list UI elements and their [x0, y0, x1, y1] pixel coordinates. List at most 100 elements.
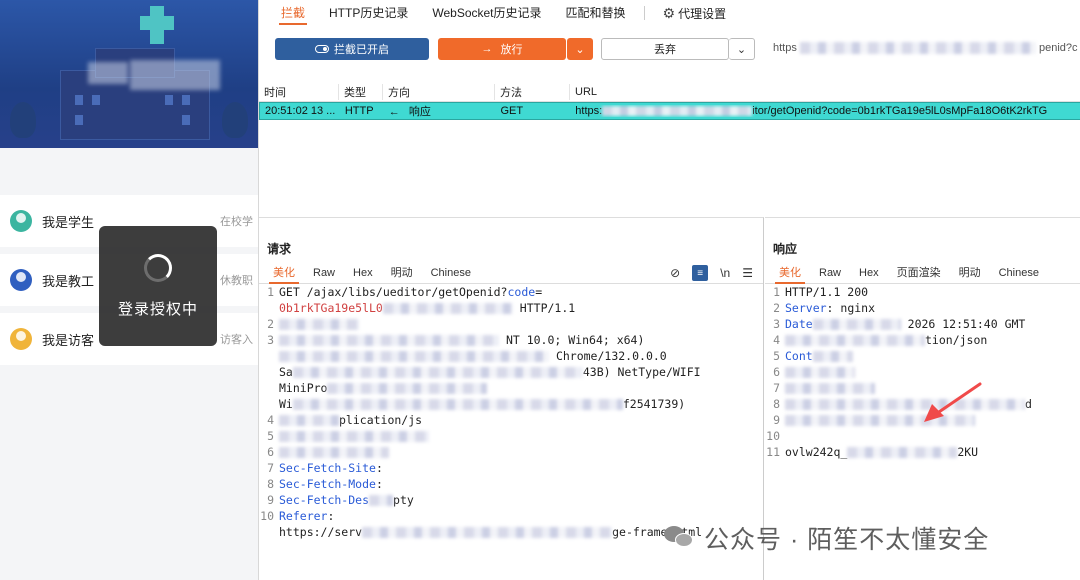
tab-page-render[interactable]: 页面渲染 [888, 262, 950, 284]
tab-raw[interactable]: Raw [810, 262, 850, 284]
nav-divider [643, 6, 645, 20]
response-body[interactable]: 1 HTTP/1.1 200 2 Server: nginx 3 Date 2026 … [765, 284, 1080, 460]
code-line: 9 Sec-Fetch-Des pty [267, 493, 414, 507]
intercept-toggle-button[interactable]: 拦截已开启 [275, 38, 429, 60]
redacted-area [292, 367, 583, 378]
redacted-area [130, 60, 220, 90]
tab-render[interactable]: 明动 [950, 262, 990, 284]
col-method[interactable]: 方法 [495, 83, 570, 100]
redacted-area [88, 62, 128, 84]
cell-type: HTTP [344, 105, 374, 117]
url-suffix: penid?c [1038, 42, 1078, 54]
cell-direction: ← 响应 [384, 103, 496, 119]
newline-toggle[interactable]: \n [720, 266, 730, 280]
mobile-app: 我是学生 在校学 我是教工 休教职 我是访客 访客入 登录授权中 [0, 0, 258, 580]
toast-text: 登录授权中 [117, 301, 198, 318]
wechat-icon [664, 526, 694, 550]
drop-label: 丢弃 [654, 44, 676, 56]
role-desc: 访客入 [220, 334, 253, 346]
redacted-area [785, 399, 1025, 410]
forward-button[interactable]: → 放行 [438, 38, 566, 60]
intercept-table: 时间 类型 方向 方法 URL 20:51:02 13 ... HTTP ← 响… [259, 82, 1080, 120]
tab-hex[interactable]: Hex [344, 262, 382, 284]
code-line: 3 NT 10.0; Win64; x64) [267, 333, 645, 347]
code-line: 10 [766, 429, 780, 443]
forward-label: 放行 [500, 44, 523, 56]
gear-icon: ⚙ [662, 5, 676, 21]
col-type[interactable]: 类型 [339, 83, 383, 100]
menu-icon[interactable]: ☰ [742, 266, 753, 280]
code-line: 6 [259, 444, 763, 460]
role-desc: 在校学 [220, 216, 253, 228]
cell-method: GET [500, 105, 524, 117]
request-body[interactable]: 1 GET /ajax/libs/ueditor/getOpenid?code= … [259, 284, 763, 540]
eye-off-icon[interactable]: ⊘ [670, 266, 680, 280]
code-line: 4 tion/json [773, 333, 988, 347]
code-line: 1 GET /ajax/libs/ueditor/getOpenid?code= [267, 285, 543, 299]
tab-intercept[interactable]: 拦截 [269, 0, 317, 26]
redacted-area [785, 383, 875, 394]
request-url-display: https penid?c [773, 42, 1078, 55]
watermark: 公众号 · 陌笙不太懂安全 [664, 520, 989, 556]
col-direction[interactable]: 方向 [383, 83, 495, 100]
url-prefix: https: [575, 105, 603, 117]
code-line: Sa 43B) NetType/WIFI [279, 365, 701, 379]
arrow-left-icon: ← [388, 106, 400, 118]
redacted-area [279, 415, 339, 426]
proxy-nav: 拦截 HTTP历史记录 WebSocket历史记录 匹配和替换 ⚙ 代理设置 [259, 0, 1080, 26]
tab-raw[interactable]: Raw [304, 262, 344, 284]
redacted-area [812, 351, 853, 362]
drop-button[interactable]: 丢弃 [601, 38, 729, 60]
code-line: 0b1rkTGa19e5lL0 HTTP/1.1 [279, 301, 576, 315]
student-icon [10, 210, 32, 232]
arrow-right-icon: → [481, 43, 493, 55]
code-line: 5 Cont [765, 348, 1080, 364]
redacted-area [327, 383, 488, 394]
forward-dropdown-button[interactable]: ⌄ [567, 38, 593, 60]
col-url[interactable]: URL [570, 86, 1080, 98]
intercept-toolbar: 拦截已开启 → 放行 ⌄ 丢弃 ⌄ https penid?c [259, 38, 1080, 64]
code-line: 8 Sec-Fetch-Mode: [267, 477, 383, 491]
tab-match-replace[interactable]: 匹配和替换 [554, 0, 638, 26]
tab-chinese[interactable]: Chinese [422, 262, 480, 284]
loading-spinner-icon [144, 254, 172, 282]
response-title: 响应 [773, 242, 798, 256]
intercept-label: 拦截已开启 [334, 44, 389, 56]
col-time[interactable]: 时间 [259, 83, 339, 100]
redacted-area [799, 42, 1036, 55]
code-line: 4 plication/js [267, 413, 423, 427]
toggle-icon [315, 45, 329, 53]
code-line: 11 ovlw242q_ 2KU [766, 445, 979, 459]
tab-hex[interactable]: Hex [850, 262, 888, 284]
wrap-icon[interactable]: ≡ [692, 265, 709, 281]
role-label: 我是学生 [42, 214, 95, 230]
code-line: 2 Server: nginx [773, 301, 876, 315]
tab-pretty[interactable]: 美化 [264, 262, 304, 284]
tree-icon [10, 102, 36, 138]
table-header: 时间 类型 方向 方法 URL [259, 82, 1080, 102]
redacted-area [785, 367, 855, 378]
tab-render[interactable]: 明动 [382, 262, 422, 284]
redacted-area [602, 106, 753, 117]
tab-proxy-settings[interactable]: ⚙ 代理设置 [651, 0, 739, 26]
tab-pretty[interactable]: 美化 [770, 262, 810, 284]
drop-dropdown-button[interactable]: ⌄ [729, 38, 755, 60]
code-line: 7 Sec-Fetch-Site: [267, 461, 383, 475]
cell-url: https: itor/getOpenid?code=0b1rkTGa19e5lL… [570, 105, 1080, 117]
response-tabs: 美化 Raw Hex 页面渲染 明动 Chinese [765, 262, 1080, 284]
redacted-area [369, 495, 394, 506]
proxy-settings-label: 代理设置 [678, 7, 727, 21]
tab-websocket-history[interactable]: WebSocket历史记录 [420, 0, 553, 26]
url-suffix: itor/getOpenid?code=0b1rkTGa19e5lL0sMpFa… [752, 105, 1048, 117]
request-tools: ⊘ ≡ \n ☰ [670, 262, 753, 284]
watermark-text: 公众号 · 陌笙不太懂安全 [704, 526, 990, 554]
redacted-area [279, 351, 549, 362]
teacher-icon [10, 269, 32, 291]
code-line: 5 [259, 428, 763, 444]
tab-http-history[interactable]: HTTP历史记录 [317, 0, 420, 26]
direction-label: 响应 [408, 106, 431, 118]
table-row[interactable]: 20:51:02 13 ... HTTP ← 响应 GET https: itor… [259, 102, 1080, 120]
tab-chinese[interactable]: Chinese [990, 262, 1048, 284]
redacted-area [279, 447, 389, 458]
cell-time: 20:51:02 13 ... [265, 105, 336, 117]
